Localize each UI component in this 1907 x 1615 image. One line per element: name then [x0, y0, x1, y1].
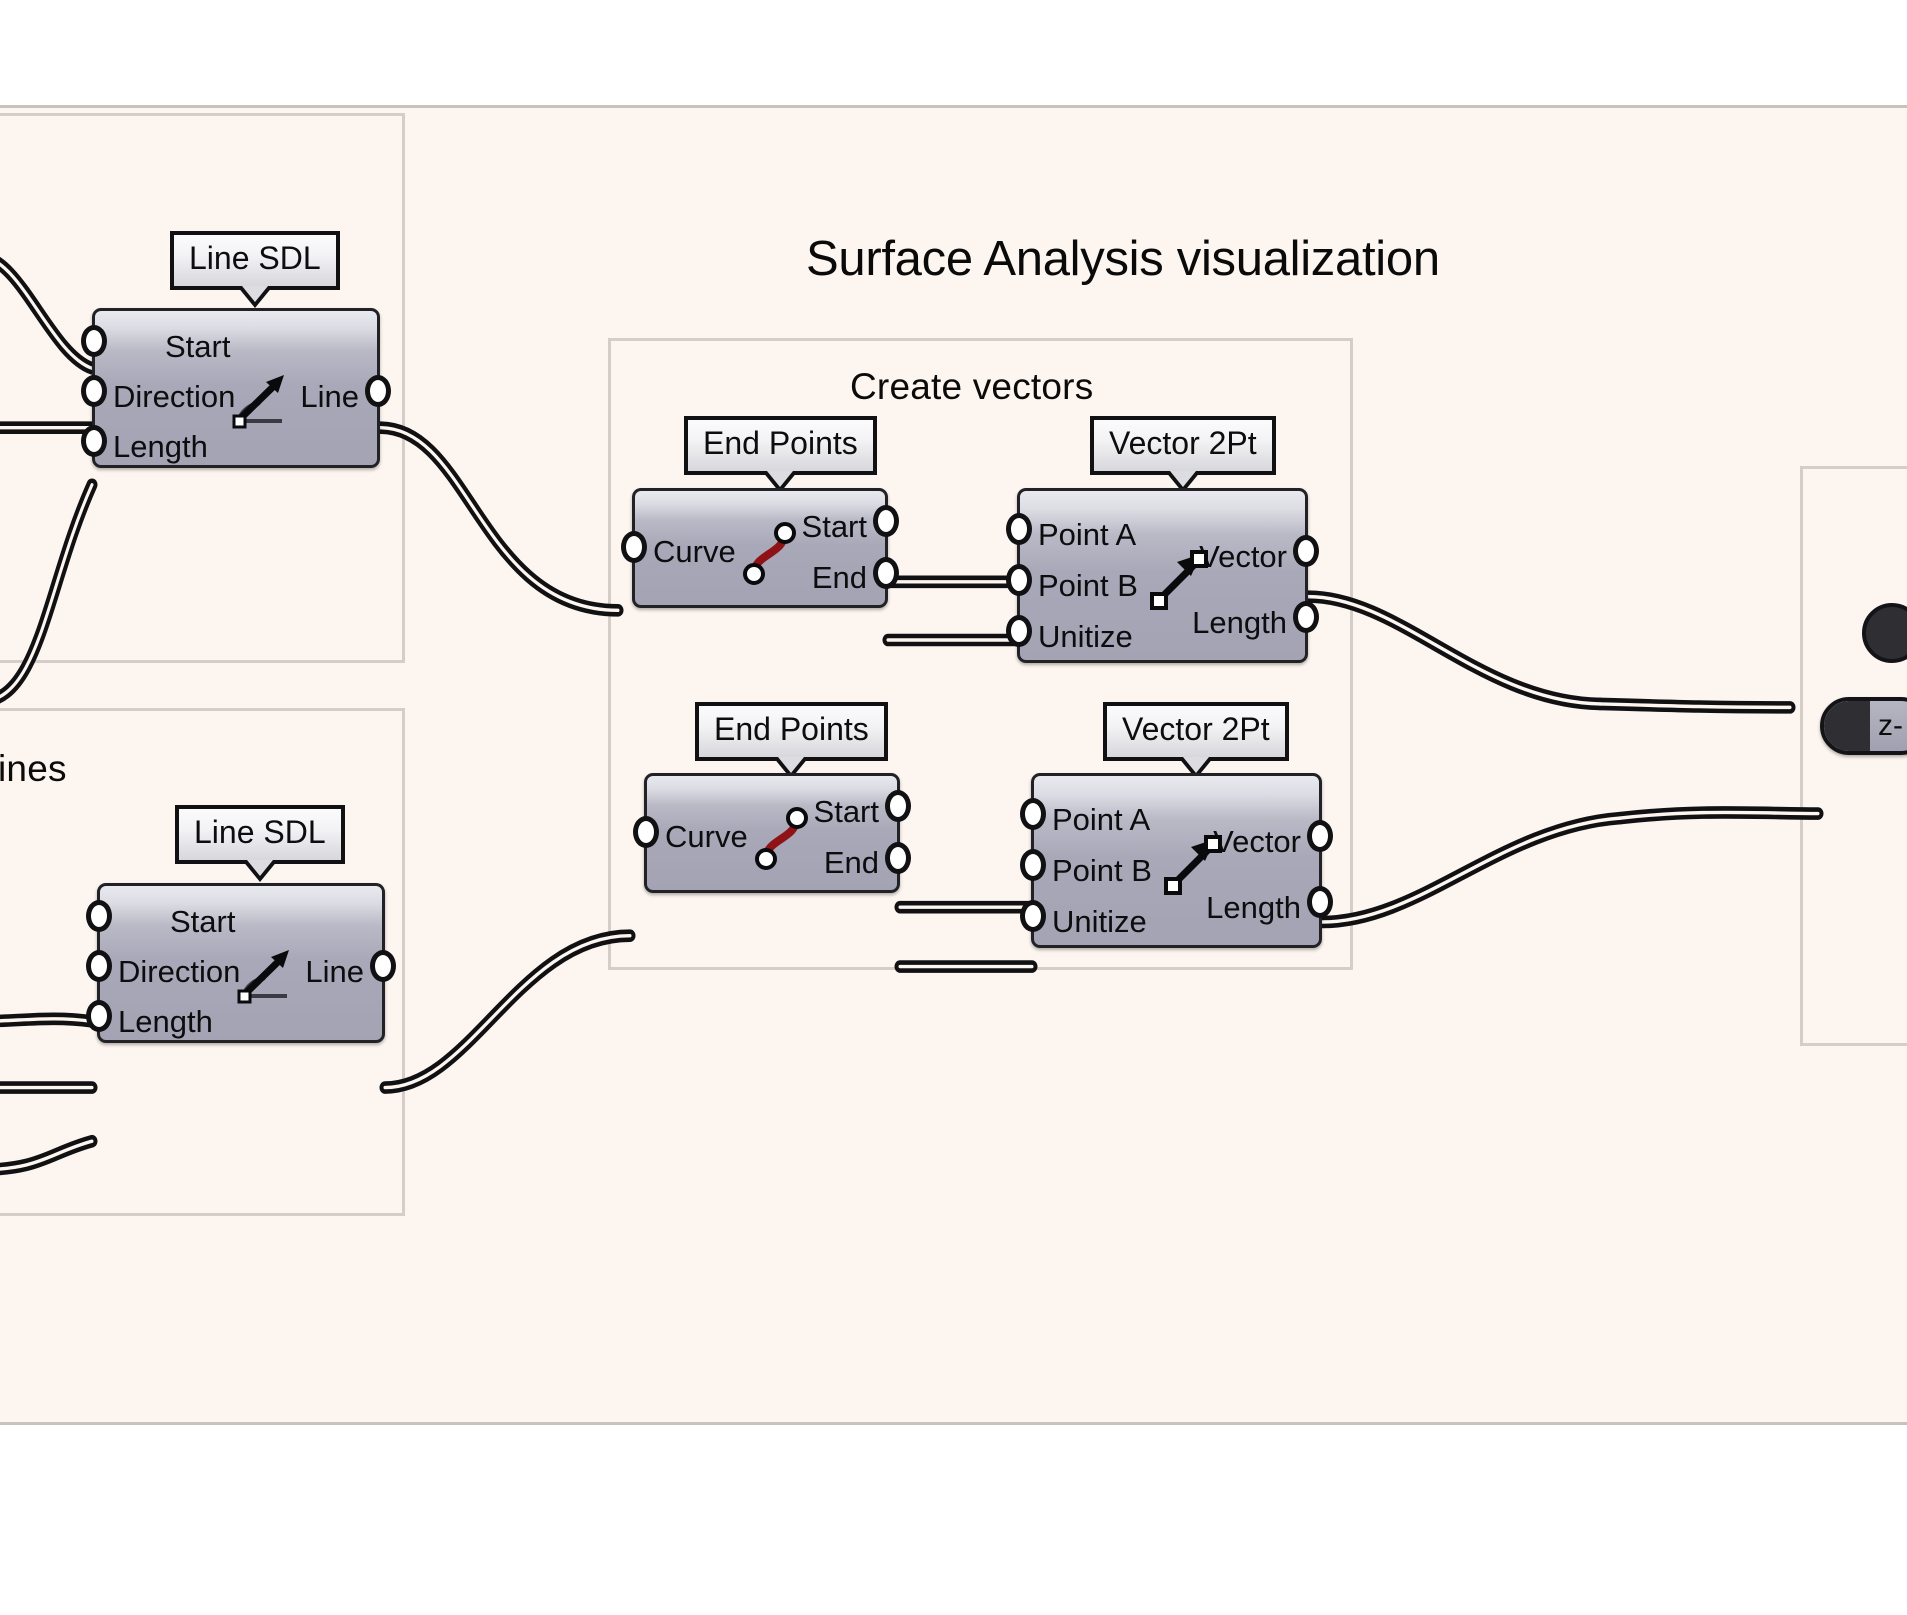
- node-line-sdl-top[interactable]: Start Direction Length Line: [81, 308, 391, 468]
- port-label-point-b: Point B: [1038, 568, 1138, 603]
- node-end-points-top[interactable]: Curve Start End: [621, 488, 899, 608]
- port-point-b-input[interactable]: [1020, 849, 1046, 881]
- two-point-vector-icon: [1150, 550, 1208, 610]
- port-start-output[interactable]: [885, 790, 911, 822]
- port-label-curve: Curve: [665, 819, 748, 854]
- port-vector-output[interactable]: [1307, 820, 1333, 852]
- port-label-unitize: Unitize: [1038, 619, 1133, 654]
- port-end-output[interactable]: [873, 557, 899, 589]
- port-direction-input[interactable]: [81, 375, 107, 407]
- port-length-input[interactable]: [81, 425, 107, 457]
- port-label-vector: Vector: [1213, 824, 1301, 859]
- node-label-vector-2pt-top[interactable]: Vector 2Pt: [1090, 416, 1276, 493]
- port-direction-input[interactable]: [86, 950, 112, 982]
- node-label-vector-2pt-bottom[interactable]: Vector 2Pt: [1103, 702, 1289, 779]
- port-unitize-input[interactable]: [1020, 900, 1046, 932]
- bubble-tail-icon: [236, 285, 273, 308]
- port-length-output[interactable]: [1307, 886, 1333, 918]
- node-label-end-points-top[interactable]: End Points: [684, 416, 877, 493]
- port-label-unitize: Unitize: [1052, 904, 1147, 939]
- z-badge-label: z-: [1878, 709, 1903, 742]
- port-end-output[interactable]: [885, 842, 911, 874]
- port-point-b-input[interactable]: [1006, 564, 1032, 596]
- bubble-tail-icon: [241, 859, 278, 882]
- z-badge[interactable]: z-: [1820, 697, 1907, 755]
- z-badge-port-icon: [1824, 701, 1870, 751]
- port-label-curve: Curve: [653, 534, 736, 569]
- port-start-input[interactable]: [81, 325, 107, 357]
- port-start-output[interactable]: [873, 505, 899, 537]
- two-point-vector-icon: [1164, 835, 1222, 895]
- port-label-length: Length: [113, 429, 208, 464]
- port-point-a-input[interactable]: [1020, 798, 1046, 830]
- port-length-output[interactable]: [1293, 601, 1319, 633]
- group-create-vectors-title: Create vectors: [850, 366, 1094, 407]
- port-point-a-input[interactable]: [1006, 513, 1032, 545]
- port-label-end: End: [811, 560, 867, 595]
- vector-angle-icon: [237, 950, 289, 1004]
- port-curve-input[interactable]: [633, 816, 659, 848]
- node-label-line-sdl-bottom[interactable]: Line SDL: [175, 805, 345, 882]
- curve-endpoints-icon: [755, 807, 808, 870]
- port-label-length: Length: [118, 1004, 213, 1039]
- port-label-point-a: Point A: [1038, 517, 1137, 552]
- node-line-sdl-bottom[interactable]: Start Direction Length Line: [86, 883, 396, 1043]
- node-label-text: Vector 2Pt: [1122, 711, 1270, 747]
- curve-endpoints-icon: [743, 522, 796, 585]
- node-label-text: Vector 2Pt: [1109, 425, 1257, 461]
- port-label-line: Line: [300, 379, 359, 414]
- port-line-output[interactable]: [370, 950, 396, 982]
- port-length-input[interactable]: [86, 1000, 112, 1032]
- node-label-text: Line SDL: [194, 814, 326, 850]
- node-end-points-bottom[interactable]: Curve Start End: [633, 773, 911, 893]
- port-start-input[interactable]: [86, 900, 112, 932]
- port-unitize-input[interactable]: [1006, 615, 1032, 647]
- port-vector-output[interactable]: [1293, 535, 1319, 567]
- port-label-start: Start: [170, 904, 236, 939]
- node-label-line-sdl-top[interactable]: Line SDL: [170, 231, 340, 308]
- port-line-output[interactable]: [365, 375, 391, 407]
- port-curve-input[interactable]: [621, 531, 647, 563]
- node-vector-2pt-bottom[interactable]: Point A Point B Unitize Vector Length: [1020, 773, 1333, 948]
- port-label-direction: Direction: [113, 379, 236, 414]
- graph-canvas[interactable]: Surface Analysis visualization ines Crea…: [0, 105, 1907, 1425]
- node-label-text: Line SDL: [189, 240, 321, 276]
- port-label-line: Line: [305, 954, 364, 989]
- port-label-point-a: Point A: [1052, 802, 1151, 837]
- port-label-point-b: Point B: [1052, 853, 1152, 888]
- node-vector-2pt-top[interactable]: Point A Point B Unitize Vector Length: [1006, 488, 1319, 663]
- port-label-end: End: [823, 845, 879, 880]
- port-label-start: Start: [813, 794, 879, 829]
- node-label-end-points-bottom[interactable]: End Points: [695, 702, 888, 779]
- port-label-direction: Direction: [118, 954, 241, 989]
- port-label-start: Start: [165, 329, 231, 364]
- port-label-vector: Vector: [1199, 539, 1287, 574]
- group-lines-bottom-title: ines: [0, 748, 67, 789]
- group-right[interactable]: [1800, 466, 1907, 1046]
- node-label-text: End Points: [703, 425, 858, 461]
- port-label-start: Start: [801, 509, 867, 544]
- page-title: Surface Analysis visualization: [806, 232, 1440, 286]
- node-label-text: End Points: [714, 711, 869, 747]
- vector-angle-icon: [232, 375, 284, 429]
